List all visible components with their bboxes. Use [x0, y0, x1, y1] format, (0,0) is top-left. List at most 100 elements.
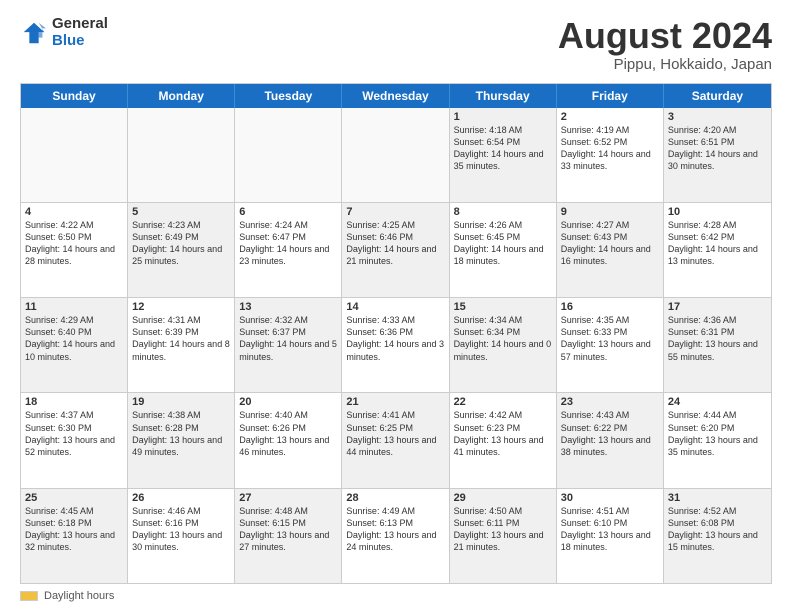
day-number: 30 — [561, 492, 659, 504]
day-number: 5 — [132, 206, 230, 218]
calendar-cell: 24Sunrise: 4:44 AM Sunset: 6:20 PM Dayli… — [664, 393, 771, 487]
calendar-cell: 11Sunrise: 4:29 AM Sunset: 6:40 PM Dayli… — [21, 298, 128, 392]
calendar-cell: 25Sunrise: 4:45 AM Sunset: 6:18 PM Dayli… — [21, 489, 128, 583]
day-number: 25 — [25, 492, 123, 504]
cell-text: Sunrise: 4:22 AM Sunset: 6:50 PM Dayligh… — [25, 219, 123, 268]
day-number: 22 — [454, 396, 552, 408]
cell-text: Sunrise: 4:46 AM Sunset: 6:16 PM Dayligh… — [132, 505, 230, 554]
calendar-cell: 28Sunrise: 4:49 AM Sunset: 6:13 PM Dayli… — [342, 489, 449, 583]
calendar-cell: 3Sunrise: 4:20 AM Sunset: 6:51 PM Daylig… — [664, 108, 771, 202]
footer-note: Daylight hours — [20, 590, 772, 602]
cell-text: Sunrise: 4:40 AM Sunset: 6:26 PM Dayligh… — [239, 409, 337, 458]
calendar-cell: 20Sunrise: 4:40 AM Sunset: 6:26 PM Dayli… — [235, 393, 342, 487]
calendar-row-1: 1Sunrise: 4:18 AM Sunset: 6:54 PM Daylig… — [21, 108, 771, 203]
day-number: 21 — [346, 396, 444, 408]
day-number: 24 — [668, 396, 767, 408]
logo-general: General — [52, 15, 108, 32]
calendar-body: 1Sunrise: 4:18 AM Sunset: 6:54 PM Daylig… — [21, 108, 771, 583]
cell-text: Sunrise: 4:51 AM Sunset: 6:10 PM Dayligh… — [561, 505, 659, 554]
calendar-cell: 27Sunrise: 4:48 AM Sunset: 6:15 PM Dayli… — [235, 489, 342, 583]
cell-text: Sunrise: 4:35 AM Sunset: 6:33 PM Dayligh… — [561, 314, 659, 363]
calendar-cell: 15Sunrise: 4:34 AM Sunset: 6:34 PM Dayli… — [450, 298, 557, 392]
day-number: 16 — [561, 301, 659, 313]
calendar-cell: 22Sunrise: 4:42 AM Sunset: 6:23 PM Dayli… — [450, 393, 557, 487]
daylight-bar-icon — [20, 591, 38, 601]
cell-text: Sunrise: 4:41 AM Sunset: 6:25 PM Dayligh… — [346, 409, 444, 458]
calendar-cell — [21, 108, 128, 202]
day-number: 18 — [25, 396, 123, 408]
day-number: 3 — [668, 111, 767, 123]
day-header-friday: Friday — [557, 84, 664, 108]
cell-text: Sunrise: 4:32 AM Sunset: 6:37 PM Dayligh… — [239, 314, 337, 363]
day-header-wednesday: Wednesday — [342, 84, 449, 108]
page: General Blue August 2024 Pippu, Hokkaido… — [0, 0, 792, 612]
cell-text: Sunrise: 4:36 AM Sunset: 6:31 PM Dayligh… — [668, 314, 767, 363]
day-number: 12 — [132, 301, 230, 313]
cell-text: Sunrise: 4:19 AM Sunset: 6:52 PM Dayligh… — [561, 124, 659, 173]
day-number: 2 — [561, 111, 659, 123]
day-number: 29 — [454, 492, 552, 504]
calendar-cell: 17Sunrise: 4:36 AM Sunset: 6:31 PM Dayli… — [664, 298, 771, 392]
calendar-row-3: 11Sunrise: 4:29 AM Sunset: 6:40 PM Dayli… — [21, 298, 771, 393]
day-number: 11 — [25, 301, 123, 313]
cell-text: Sunrise: 4:48 AM Sunset: 6:15 PM Dayligh… — [239, 505, 337, 554]
calendar-cell: 18Sunrise: 4:37 AM Sunset: 6:30 PM Dayli… — [21, 393, 128, 487]
cell-text: Sunrise: 4:34 AM Sunset: 6:34 PM Dayligh… — [454, 314, 552, 363]
title-block: August 2024 Pippu, Hokkaido, Japan — [558, 16, 772, 73]
calendar: SundayMondayTuesdayWednesdayThursdayFrid… — [20, 83, 772, 584]
day-header-sunday: Sunday — [21, 84, 128, 108]
logo-icon — [20, 19, 48, 47]
day-number: 13 — [239, 301, 337, 313]
cell-text: Sunrise: 4:27 AM Sunset: 6:43 PM Dayligh… — [561, 219, 659, 268]
cell-text: Sunrise: 4:28 AM Sunset: 6:42 PM Dayligh… — [668, 219, 767, 268]
calendar-cell — [342, 108, 449, 202]
cell-text: Sunrise: 4:43 AM Sunset: 6:22 PM Dayligh… — [561, 409, 659, 458]
day-number: 8 — [454, 206, 552, 218]
day-number: 9 — [561, 206, 659, 218]
cell-text: Sunrise: 4:44 AM Sunset: 6:20 PM Dayligh… — [668, 409, 767, 458]
calendar-cell: 2Sunrise: 4:19 AM Sunset: 6:52 PM Daylig… — [557, 108, 664, 202]
calendar-cell: 10Sunrise: 4:28 AM Sunset: 6:42 PM Dayli… — [664, 203, 771, 297]
calendar-header-row: SundayMondayTuesdayWednesdayThursdayFrid… — [21, 84, 771, 108]
day-number: 1 — [454, 111, 552, 123]
day-number: 23 — [561, 396, 659, 408]
calendar-cell — [128, 108, 235, 202]
calendar-cell: 1Sunrise: 4:18 AM Sunset: 6:54 PM Daylig… — [450, 108, 557, 202]
subtitle: Pippu, Hokkaido, Japan — [558, 56, 772, 73]
calendar-cell: 12Sunrise: 4:31 AM Sunset: 6:39 PM Dayli… — [128, 298, 235, 392]
day-number: 10 — [668, 206, 767, 218]
calendar-cell: 7Sunrise: 4:25 AM Sunset: 6:46 PM Daylig… — [342, 203, 449, 297]
day-number: 15 — [454, 301, 552, 313]
cell-text: Sunrise: 4:38 AM Sunset: 6:28 PM Dayligh… — [132, 409, 230, 458]
calendar-cell: 5Sunrise: 4:23 AM Sunset: 6:49 PM Daylig… — [128, 203, 235, 297]
calendar-cell: 26Sunrise: 4:46 AM Sunset: 6:16 PM Dayli… — [128, 489, 235, 583]
day-number: 26 — [132, 492, 230, 504]
calendar-cell: 19Sunrise: 4:38 AM Sunset: 6:28 PM Dayli… — [128, 393, 235, 487]
calendar-cell: 31Sunrise: 4:52 AM Sunset: 6:08 PM Dayli… — [664, 489, 771, 583]
cell-text: Sunrise: 4:18 AM Sunset: 6:54 PM Dayligh… — [454, 124, 552, 173]
logo-blue: Blue — [52, 32, 85, 49]
header: General Blue August 2024 Pippu, Hokkaido… — [20, 16, 772, 73]
calendar-cell: 9Sunrise: 4:27 AM Sunset: 6:43 PM Daylig… — [557, 203, 664, 297]
day-number: 20 — [239, 396, 337, 408]
cell-text: Sunrise: 4:42 AM Sunset: 6:23 PM Dayligh… — [454, 409, 552, 458]
day-number: 28 — [346, 492, 444, 504]
day-number: 4 — [25, 206, 123, 218]
logo-text: General Blue — [52, 16, 108, 49]
day-number: 31 — [668, 492, 767, 504]
day-number: 14 — [346, 301, 444, 313]
calendar-cell: 6Sunrise: 4:24 AM Sunset: 6:47 PM Daylig… — [235, 203, 342, 297]
day-header-tuesday: Tuesday — [235, 84, 342, 108]
logo: General Blue — [20, 16, 108, 49]
calendar-row-5: 25Sunrise: 4:45 AM Sunset: 6:18 PM Dayli… — [21, 489, 771, 583]
daylight-label: Daylight hours — [44, 590, 114, 602]
cell-text: Sunrise: 4:50 AM Sunset: 6:11 PM Dayligh… — [454, 505, 552, 554]
day-header-saturday: Saturday — [664, 84, 771, 108]
calendar-cell: 21Sunrise: 4:41 AM Sunset: 6:25 PM Dayli… — [342, 393, 449, 487]
calendar-cell: 23Sunrise: 4:43 AM Sunset: 6:22 PM Dayli… — [557, 393, 664, 487]
cell-text: Sunrise: 4:33 AM Sunset: 6:36 PM Dayligh… — [346, 314, 444, 363]
calendar-cell: 13Sunrise: 4:32 AM Sunset: 6:37 PM Dayli… — [235, 298, 342, 392]
day-number: 19 — [132, 396, 230, 408]
cell-text: Sunrise: 4:20 AM Sunset: 6:51 PM Dayligh… — [668, 124, 767, 173]
cell-text: Sunrise: 4:45 AM Sunset: 6:18 PM Dayligh… — [25, 505, 123, 554]
